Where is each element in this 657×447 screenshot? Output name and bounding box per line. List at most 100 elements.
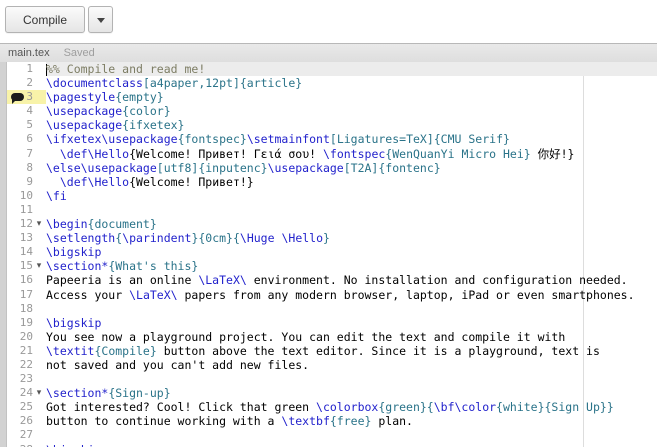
code-text[interactable]: \usepackage{ifxetex}: [46, 118, 657, 132]
fold-arrow-icon[interactable]: ▾: [33, 386, 45, 400]
gutter-cell[interactable]: 11: [7, 203, 46, 217]
gutter-cell[interactable]: 6: [7, 132, 46, 146]
code-text[interactable]: \ifxetex\usepackage{fontspec}\setmainfon…: [46, 132, 657, 146]
code-text[interactable]: [46, 203, 657, 217]
code-line[interactable]: 28 \bigskip: [7, 443, 657, 447]
gutter-cell[interactable]: 25: [7, 400, 46, 414]
code-text[interactable]: [46, 372, 657, 386]
code-text[interactable]: \def\Hello{Welcome! Привет!}: [46, 175, 657, 189]
code-line[interactable]: 7 \def\Hello{Welcome! Привет! Γειά σου! …: [7, 147, 657, 161]
code-line[interactable]: 17 Access your \LaTeX\ papers from any mo…: [7, 288, 657, 302]
code-text[interactable]: \documentclass[a4paper,12pt]{article}: [46, 76, 657, 90]
code-text[interactable]: \bigskip: [46, 245, 657, 259]
code-line[interactable]: 13 \setlength{\parindent}{0cm}{\Huge \Hel…: [7, 231, 657, 245]
gutter-cell[interactable]: 4: [7, 104, 46, 118]
code-token-cmd: \usepackage: [267, 160, 344, 175]
gutter-cell[interactable]: 12 ▾: [7, 217, 46, 231]
code-text[interactable]: [46, 428, 657, 442]
code-line[interactable]: 8 \else\usepackage[utf8]{inputenc}\usepac…: [7, 161, 657, 175]
code-token-arg: {WenQuanYi Micro Hei}: [385, 146, 531, 161]
code-line[interactable]: 6 \ifxetex\usepackage{fontspec}\setmainfo…: [7, 132, 657, 146]
gutter-cell[interactable]: 15 ▾: [7, 259, 46, 273]
code-line[interactable]: 5 \usepackage{ifxetex}: [7, 118, 657, 132]
code-line[interactable]: 15 ▾ \section*{What's this}: [7, 259, 657, 273]
gutter-cell[interactable]: 24 ▾: [7, 386, 46, 400]
code-line[interactable]: 3 \pagestyle{empty}: [7, 90, 657, 105]
code-text[interactable]: You see now a playground project. You ca…: [46, 330, 657, 344]
code-text[interactable]: \begin{document}: [46, 217, 657, 231]
line-number: 7: [26, 146, 33, 160]
gutter-cell[interactable]: 2: [7, 76, 46, 90]
gutter-cell[interactable]: 27: [7, 428, 46, 442]
code-line[interactable]: 19 \bigskip: [7, 316, 657, 330]
gutter-cell[interactable]: 17: [7, 288, 46, 302]
code-text[interactable]: \fi: [46, 189, 657, 203]
gutter-cell[interactable]: 19: [7, 316, 46, 330]
code-token-txt: not saved and you can't add new files.: [46, 357, 310, 372]
gutter-cell[interactable]: 20: [7, 330, 46, 344]
comment-bubble-icon[interactable]: [11, 92, 24, 104]
fold-arrow-icon[interactable]: ▾: [33, 259, 45, 273]
gutter-cell[interactable]: 13: [7, 231, 46, 245]
code-line[interactable]: 18: [7, 302, 657, 316]
code-text[interactable]: Papeeria is an online \LaTeX\ environmen…: [46, 273, 657, 287]
gutter-cell[interactable]: 28: [7, 443, 46, 447]
gutter-cell[interactable]: 1: [7, 62, 46, 76]
gutter-cell[interactable]: 16: [7, 273, 46, 287]
code-line[interactable]: 14 \bigskip: [7, 245, 657, 259]
code-line[interactable]: 9 \def\Hello{Welcome! Привет!}: [7, 175, 657, 189]
code-text[interactable]: \bigskip: [46, 316, 657, 330]
gutter-cell[interactable]: 21: [7, 344, 46, 358]
gutter-cell[interactable]: 18: [7, 302, 46, 316]
code-token-cmd: \else\usepackage: [46, 160, 157, 175]
code-line[interactable]: 11: [7, 203, 657, 217]
code-token-cmd: \documentclass: [46, 76, 143, 91]
code-text[interactable]: \section*{Sign-up}: [46, 386, 657, 400]
code-line[interactable]: 1 %% Compile and read me!: [7, 62, 657, 77]
gutter-cell[interactable]: 10: [7, 189, 46, 203]
code-text[interactable]: %% Compile and read me!: [46, 62, 657, 77]
gutter-cell[interactable]: 8: [7, 161, 46, 175]
code-text[interactable]: \bigskip: [46, 443, 657, 447]
code-text[interactable]: \textit{Compile} button above the text e…: [46, 344, 657, 358]
code-text[interactable]: button to continue working with a \textb…: [46, 414, 657, 428]
gutter-cell[interactable]: 23: [7, 372, 46, 386]
gutter-cell[interactable]: 26: [7, 414, 46, 428]
gutter-cell[interactable]: 3: [7, 90, 46, 105]
code-line[interactable]: 26 button to continue working with a \tex…: [7, 414, 657, 428]
code-text[interactable]: \def\Hello{Welcome! Привет! Γειά σου! \f…: [46, 147, 657, 161]
code-line[interactable]: 16 Papeeria is an online \LaTeX\ environm…: [7, 273, 657, 287]
code-text[interactable]: not saved and you can't add new files.: [46, 358, 657, 372]
compile-button[interactable]: Compile: [5, 6, 85, 33]
gutter-cell[interactable]: 7: [7, 147, 46, 161]
code-line[interactable]: 22 not saved and you can't add new files.: [7, 358, 657, 372]
code-line[interactable]: 20 You see now a playground project. You …: [7, 330, 657, 344]
code-text[interactable]: Got interested? Cool! Click that green \…: [46, 400, 657, 414]
code-text[interactable]: \section*{What's this}: [46, 259, 657, 273]
code-editor[interactable]: 1%% Compile and read me! 2 \documentclass[…: [0, 62, 657, 447]
gutter-cell[interactable]: 22: [7, 358, 46, 372]
fold-arrow-icon[interactable]: ▾: [33, 217, 45, 231]
code-line[interactable]: 24 ▾ \section*{Sign-up}: [7, 386, 657, 400]
code-line[interactable]: 25 Got interested? Cool! Click that green…: [7, 400, 657, 414]
tab-main-tex[interactable]: main.tex: [8, 47, 50, 59]
code-text[interactable]: \pagestyle{empty}: [46, 90, 657, 104]
gutter-cell[interactable]: 14: [7, 245, 46, 259]
code-line[interactable]: 23: [7, 372, 657, 386]
code-text[interactable]: \else\usepackage[utf8]{inputenc}\usepack…: [46, 161, 657, 175]
code-line[interactable]: 27: [7, 428, 657, 442]
compile-dropdown-button[interactable]: [88, 6, 113, 33]
gutter-cell[interactable]: 9: [7, 175, 46, 189]
code-text[interactable]: \setlength{\parindent}{0cm}{\Huge \Hello…: [46, 231, 657, 245]
code-text[interactable]: \usepackage{color}: [46, 104, 657, 118]
code-line[interactable]: 12 ▾ \begin{document}: [7, 217, 657, 231]
code-text[interactable]: Access your \LaTeX\ papers from any mode…: [46, 288, 657, 302]
code-line[interactable]: 21 \textit{Compile} button above the text…: [7, 344, 657, 358]
code-line[interactable]: 2 \documentclass[a4paper,12pt]{article}: [7, 76, 657, 90]
code-line[interactable]: 4 \usepackage{color}: [7, 104, 657, 118]
code-token-arg: {empty}: [115, 90, 164, 105]
code-text[interactable]: [46, 302, 657, 316]
gutter-cell[interactable]: 5: [7, 118, 46, 132]
code-token-cmd: \def\Hello: [59, 174, 130, 189]
code-line[interactable]: 10 \fi: [7, 189, 657, 203]
